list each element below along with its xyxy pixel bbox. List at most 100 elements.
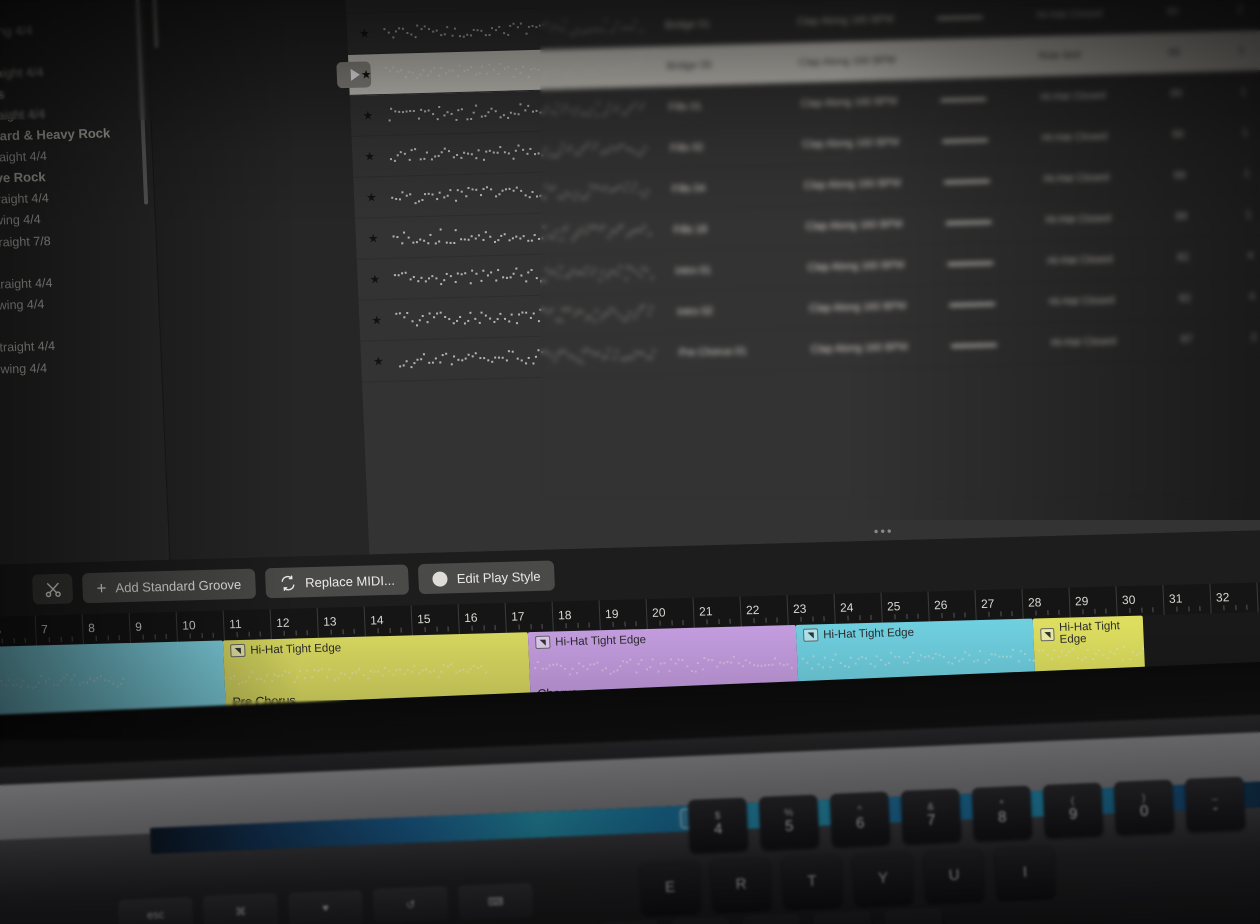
favorite-star-icon[interactable]: ★ bbox=[359, 26, 370, 40]
add-standard-groove-button[interactable]: + Add Standard Groove bbox=[81, 568, 256, 604]
ezdrummer-application: ▼ PercussionaDrumsockShopoplicic Edgeste… bbox=[0, 0, 1260, 760]
ruler-tick bbox=[342, 629, 344, 635]
key-glyphs: ^ 6 bbox=[855, 805, 865, 833]
row-source: Clap Along 160 BPM bbox=[798, 54, 896, 69]
replace-midi-button[interactable]: Replace MIDI... bbox=[264, 564, 410, 599]
groove-item-label: Straight 4/4 bbox=[0, 275, 53, 292]
ruler-tick bbox=[389, 627, 391, 633]
fn-key-0[interactable]: esc bbox=[118, 896, 194, 924]
edit-play-style-button[interactable]: Edit Play Style bbox=[418, 560, 556, 595]
ruler-bar-6: 6 bbox=[0, 615, 36, 647]
row-source: Clap Along 160 BPM bbox=[805, 217, 903, 233]
ruler-tick bbox=[858, 615, 861, 621]
ruler-bar-label: 7 bbox=[40, 622, 49, 637]
key-glyphs: & 7 bbox=[926, 802, 936, 830]
favorite-star-icon[interactable]: ★ bbox=[368, 231, 379, 245]
key-4[interactable]: $4 bbox=[688, 797, 749, 852]
ruler-bar-28: 28 bbox=[1021, 587, 1070, 619]
section-column: VersePre ChorusChorusBridgeFillsPickupsE… bbox=[139, 0, 370, 560]
region-midi-notes bbox=[228, 658, 526, 692]
ruler-tick bbox=[1199, 606, 1201, 612]
region-label: ◥ Hi-Hat Tight Edge bbox=[802, 626, 914, 642]
ruler-bar-label: 11 bbox=[228, 616, 242, 632]
key-7[interactable]: & 7 bbox=[901, 788, 962, 843]
library-column: ▼ PercussionaDrumsockShopoplicic Edgeste… bbox=[0, 0, 170, 570]
ruler-tick bbox=[988, 611, 990, 617]
row-duration: 1 bbox=[1241, 126, 1249, 139]
row-velocity: 85 bbox=[1168, 46, 1181, 59]
groove-item-9-1[interactable]: Swing 4/4 bbox=[0, 355, 162, 382]
ruler-bar-label: 17 bbox=[510, 609, 525, 624]
key-h[interactable]: H bbox=[813, 910, 874, 924]
key-j[interactable]: J bbox=[884, 907, 945, 924]
fn-key-3[interactable]: ↺ bbox=[373, 886, 449, 924]
row-velocity: 86 bbox=[1166, 5, 1179, 18]
fn-key-2[interactable]: ♥ bbox=[288, 889, 364, 924]
favorite-star-icon[interactable]: ★ bbox=[371, 313, 382, 327]
key-9[interactable]: (9 bbox=[1043, 782, 1104, 837]
key-t[interactable]: T bbox=[782, 853, 843, 908]
ruler-tick bbox=[635, 621, 637, 627]
favorite-star-icon[interactable]: ★ bbox=[361, 67, 372, 81]
row-power-hand: Hi-Hat Closed bbox=[1045, 212, 1112, 227]
cut-button[interactable] bbox=[31, 573, 74, 605]
key-shift-label: _ bbox=[1211, 789, 1218, 801]
section-scrollbar[interactable] bbox=[148, 0, 159, 49]
screenshot-root: ▼ PercussionaDrumsockShopoplicic Edgeste… bbox=[0, 0, 1260, 924]
ruler-bar-27: 27 bbox=[974, 588, 1023, 621]
midi-preview bbox=[389, 142, 647, 162]
ruler-tick bbox=[283, 630, 285, 636]
row-duration: 1 bbox=[1240, 85, 1247, 98]
loop-list-panel: NameSongIntensityPower HandVelDur ★Verse… bbox=[336, 0, 1260, 555]
ruler-tick bbox=[1046, 610, 1049, 616]
row-source: Clap Along 160 BPM bbox=[803, 177, 902, 192]
play-style-icon bbox=[432, 570, 449, 587]
row-name: Intro 02 bbox=[677, 305, 714, 319]
key-r[interactable]: R bbox=[711, 856, 772, 911]
ruler-tick bbox=[1234, 605, 1237, 611]
ruler-tick bbox=[565, 623, 567, 629]
fn-key-4[interactable]: ⌨ bbox=[458, 882, 534, 920]
ruler-tick bbox=[823, 616, 825, 622]
favorite-star-icon[interactable]: ★ bbox=[373, 354, 384, 368]
ruler-tick bbox=[306, 630, 309, 636]
key-y[interactable]: Y bbox=[853, 850, 914, 905]
ruler-bar-label: 10 bbox=[181, 618, 196, 633]
key-5[interactable]: % 5 bbox=[759, 794, 820, 849]
row-midi-preview bbox=[395, 301, 666, 330]
ruler-bar-label: 29 bbox=[1074, 594, 1089, 609]
key-0[interactable]: ) 0 bbox=[1114, 779, 1175, 834]
favorite-star-icon[interactable]: ★ bbox=[369, 272, 380, 286]
key-i[interactable]: I bbox=[995, 844, 1056, 899]
ruler-tick bbox=[142, 634, 144, 640]
midi-preview bbox=[0, 673, 125, 689]
key-label: Y bbox=[877, 869, 889, 887]
fn-key-1[interactable]: ⌘ bbox=[203, 893, 279, 924]
region-type-icon: ◥ bbox=[230, 643, 246, 658]
favorite-star-icon[interactable]: ★ bbox=[364, 149, 375, 163]
ruler-tick bbox=[870, 614, 872, 620]
key-g[interactable]: G bbox=[742, 913, 803, 924]
ruler-tick bbox=[236, 632, 238, 638]
key-e[interactable]: E bbox=[640, 859, 701, 914]
key-u[interactable]: U bbox=[924, 847, 985, 902]
row-midi-preview bbox=[391, 220, 662, 249]
key-label: E bbox=[664, 878, 676, 896]
favorite-star-icon[interactable]: ★ bbox=[366, 190, 377, 204]
row-midi-preview bbox=[381, 0, 652, 3]
key-8[interactable]: * 8 bbox=[972, 785, 1033, 840]
favorite-star-icon[interactable]: ★ bbox=[362, 108, 373, 122]
ruler-tick bbox=[964, 612, 966, 618]
ruler-bar-label: 24 bbox=[839, 600, 854, 615]
midi-preview bbox=[381, 0, 652, 3]
ruler-tick bbox=[623, 621, 626, 627]
ruler-tick bbox=[1223, 605, 1225, 611]
ruler-bar-label: 18 bbox=[557, 608, 572, 623]
ruler-tick bbox=[541, 623, 543, 629]
key--[interactable]: _ - bbox=[1185, 776, 1246, 831]
ruler-bar-label: 9 bbox=[134, 619, 143, 634]
key-6[interactable]: ^ 6 bbox=[830, 791, 891, 846]
key-f[interactable]: F bbox=[671, 916, 732, 924]
row-source: Clap Along 160 BPM bbox=[808, 299, 907, 315]
ruler-tick bbox=[494, 625, 496, 631]
